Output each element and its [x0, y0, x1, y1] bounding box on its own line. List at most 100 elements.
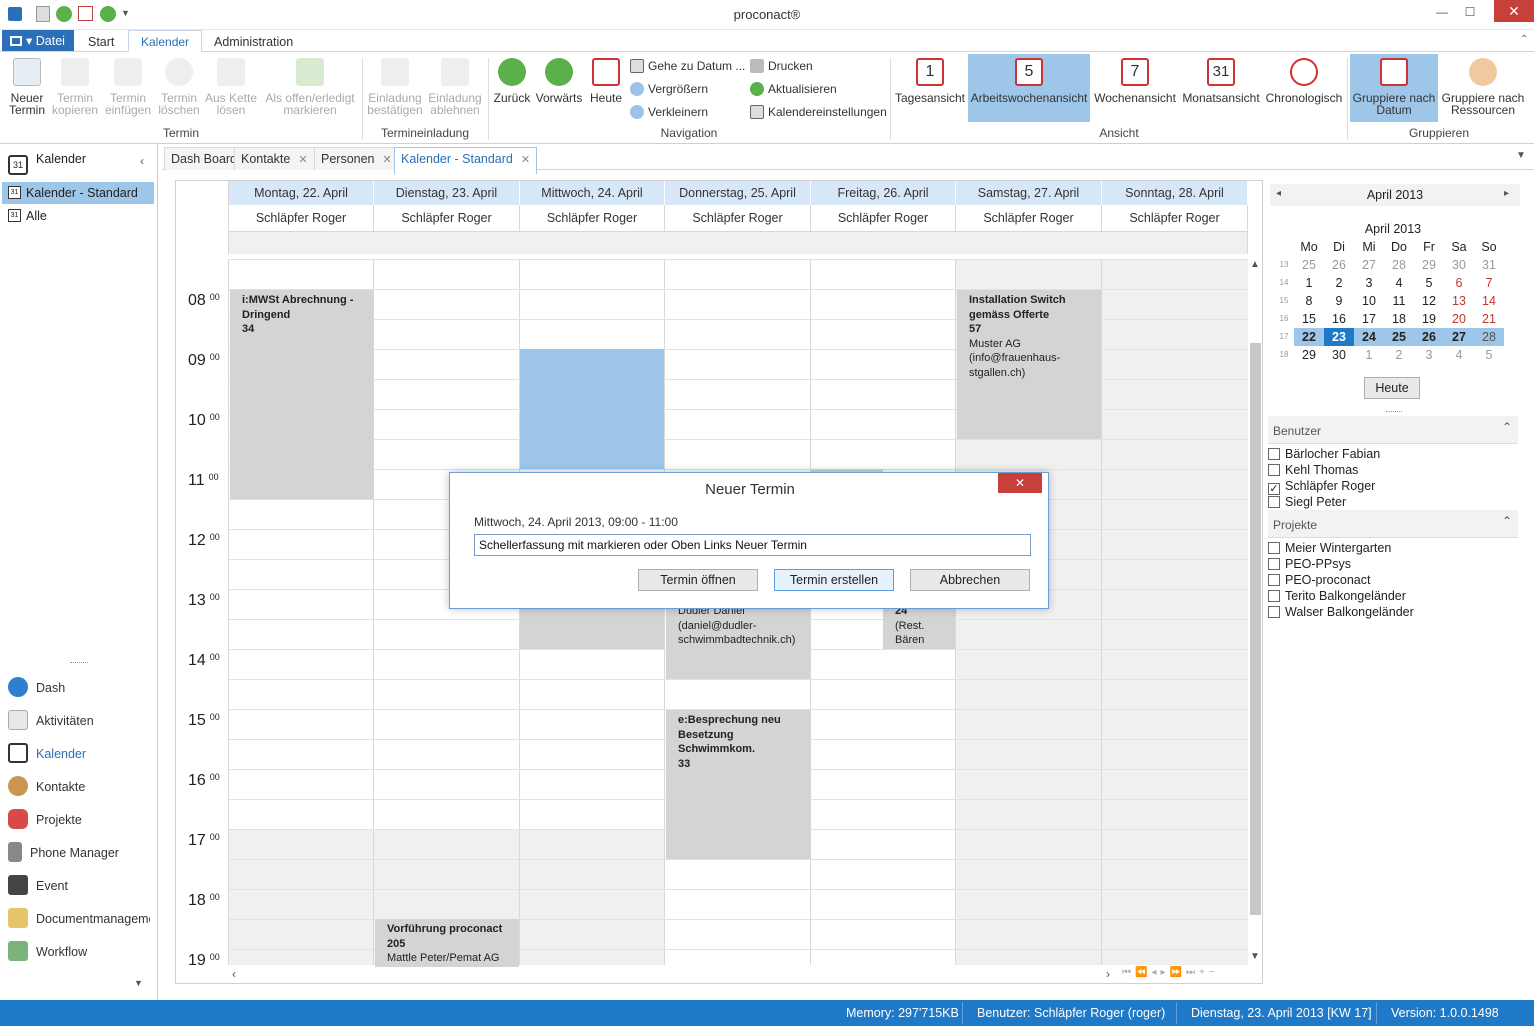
all-day-row[interactable]	[229, 232, 1248, 254]
minical-day[interactable]: 28	[1384, 256, 1414, 274]
abbrechen-button[interactable]: Abbrechen	[910, 569, 1030, 591]
day-header[interactable]: Sonntag, 28. April	[1102, 181, 1248, 205]
minical-heute-button[interactable]: Heute	[1364, 377, 1420, 399]
monatsansicht-button[interactable]: 31 Monatsansicht	[1180, 54, 1262, 104]
minimize-button[interactable]: —	[1428, 2, 1456, 22]
minical-day[interactable]: 16	[1324, 310, 1354, 328]
termin-einfuegen-button[interactable]: Termin einfügen	[102, 54, 154, 116]
scroll-left-icon[interactable]: ‹	[232, 967, 236, 981]
appointment-vorfuehrung[interactable]: Vorführung proconact 205 Mattle Peter/Pe…	[375, 919, 519, 967]
projekt-item[interactable]: Meier Wintergarten	[1268, 540, 1391, 556]
offen-erledigt-button[interactable]: Als offen/erledigt markieren	[261, 54, 359, 116]
projekt-item[interactable]: PEO-PPsys	[1268, 556, 1351, 572]
checkbox[interactable]	[1268, 606, 1280, 618]
dialog-close-button[interactable]: ✕	[998, 473, 1042, 493]
termin-subject-input[interactable]	[474, 534, 1031, 556]
wochenansicht-button[interactable]: 7 Wochenansicht	[1092, 54, 1178, 104]
minical-day[interactable]: 18	[1384, 310, 1414, 328]
benutzer-item[interactable]: Bärlocher Fabian	[1268, 446, 1380, 462]
collapse-icon[interactable]: ⌃	[1502, 420, 1512, 434]
tab-administration[interactable]: Administration	[202, 33, 305, 51]
zurueck-button[interactable]: Zurück	[490, 54, 534, 104]
day-header[interactable]: Freitag, 26. April	[811, 181, 956, 205]
minical-day[interactable]: 20	[1444, 310, 1474, 328]
aus-kette-loesen-button[interactable]: Aus Kette lösen	[203, 54, 259, 116]
appointment-mwst[interactable]: i:MWSt Abrechnung - Dringend 34	[230, 290, 373, 499]
minical-day[interactable]: 6	[1444, 274, 1474, 292]
vertical-scrollbar[interactable]: ▲ ▼	[1248, 259, 1262, 965]
nav-phone-manager[interactable]: Phone Manager	[8, 842, 119, 862]
minical-day[interactable]: 17	[1354, 310, 1384, 328]
minical-day[interactable]: 25	[1294, 256, 1324, 274]
benutzer-item[interactable]: Siegl Peter	[1268, 494, 1346, 510]
close-window-button[interactable]: ✕	[1494, 0, 1534, 22]
doctab-kalender-standard[interactable]: Kalender - Standard ✕	[394, 147, 538, 174]
nav-aktivitaeten[interactable]: Aktivitäten	[8, 710, 94, 730]
checkbox[interactable]	[1268, 590, 1280, 602]
day-header[interactable]: Samstag, 27. April	[956, 181, 1102, 205]
minical-day[interactable]: 11	[1384, 292, 1414, 310]
nav-dash[interactable]: Dash	[8, 677, 65, 697]
minical-day[interactable]: 4	[1384, 274, 1414, 292]
appointment-dudler[interactable]: Dudler Daniel (daniel@dudler-schwimmbadt…	[666, 601, 810, 679]
minical-day[interactable]: 2	[1384, 346, 1414, 364]
minical-day[interactable]: 9	[1324, 292, 1354, 310]
checkbox[interactable]	[1268, 496, 1280, 508]
minical-day[interactable]: 23	[1324, 328, 1354, 346]
datei-menu[interactable]: ▾ Datei	[2, 30, 74, 51]
minical-day[interactable]: 10	[1354, 292, 1384, 310]
record-navigator[interactable]: ⏮⏪◂▸⏩⏭+−	[1122, 967, 1219, 978]
benutzer-item[interactable]: ✓ Schläpfer Roger	[1268, 478, 1375, 495]
minical-day[interactable]: 19	[1414, 310, 1444, 328]
benutzer-section-header[interactable]: Benutzer ⌃	[1268, 416, 1518, 444]
checkbox[interactable]	[1268, 558, 1280, 570]
arbeitswochenansicht-button[interactable]: 5 Arbeitswochenansicht	[968, 54, 1090, 122]
minical-day[interactable]: 26	[1414, 328, 1444, 346]
drucken-button[interactable]: Drucken	[750, 56, 813, 76]
minical-day[interactable]: 15	[1294, 310, 1324, 328]
calendar-item-standard[interactable]: 31 Kalender - Standard	[2, 182, 154, 204]
minical-day[interactable]: 3	[1354, 274, 1384, 292]
minical-day[interactable]: 27	[1354, 256, 1384, 274]
termin-kopieren-button[interactable]: Termin kopieren	[50, 54, 100, 116]
appointment-installation-switch[interactable]: Installation Switch gemäss Offerte 57 Mu…	[957, 290, 1101, 439]
minical-day[interactable]: 12	[1414, 292, 1444, 310]
doctab-dashboard[interactable]: Dash Board	[164, 147, 245, 170]
minical-day[interactable]: 14	[1474, 292, 1504, 310]
minical-day[interactable]: 4	[1444, 346, 1474, 364]
minical-day[interactable]: 25	[1384, 328, 1414, 346]
chronologisch-button[interactable]: Chronologisch	[1264, 54, 1344, 104]
gehe-zu-datum-button[interactable]: Gehe zu Datum ...	[630, 56, 745, 76]
checkbox[interactable]	[1268, 448, 1280, 460]
collapse-pane-icon[interactable]: ‹	[140, 154, 144, 168]
collapse-icon[interactable]: ⌃	[1502, 514, 1512, 528]
collapse-ribbon-icon[interactable]: ⌃	[1520, 34, 1528, 45]
minical-day[interactable]: 27	[1444, 328, 1474, 346]
day-header[interactable]: Dienstag, 23. April	[374, 181, 520, 205]
tab-kalender[interactable]: Kalender	[128, 30, 203, 52]
aktualisieren-button[interactable]: Aktualisieren	[750, 79, 837, 99]
minical-day[interactable]: 1	[1354, 346, 1384, 364]
minical-day[interactable]: 24	[1354, 328, 1384, 346]
appointment-besprechung[interactable]: e:Besprechung neu Besetzung Schwimmkom. …	[666, 710, 810, 859]
minical-day[interactable]: 31	[1474, 256, 1504, 274]
minical-day[interactable]: 5	[1414, 274, 1444, 292]
minical-day[interactable]: 3	[1414, 346, 1444, 364]
nav-projekte[interactable]: Projekte	[8, 809, 82, 829]
minical-day[interactable]: 29	[1294, 346, 1324, 364]
splitter-grip[interactable]	[70, 662, 88, 663]
minical-day[interactable]: 1	[1294, 274, 1324, 292]
close-tab-icon[interactable]: ✕	[521, 154, 530, 166]
benutzer-item[interactable]: Kehl Thomas	[1268, 462, 1358, 478]
vergroessern-button[interactable]: Vergrößern	[630, 79, 708, 99]
minical-day[interactable]: 8	[1294, 292, 1324, 310]
projekt-item[interactable]: PEO-proconact	[1268, 572, 1370, 588]
minical-day[interactable]: 7	[1474, 274, 1504, 292]
nav-event[interactable]: Event	[8, 875, 68, 895]
minical-day[interactable]: 30	[1324, 346, 1354, 364]
projekte-section-header[interactable]: Projekte ⌃	[1268, 510, 1518, 538]
heute-button[interactable]: Heute	[586, 54, 626, 104]
selected-time-range[interactable]	[520, 349, 664, 469]
nav-workflow[interactable]: Workflow	[8, 941, 87, 961]
gruppiere-datum-button[interactable]: Gruppiere nach Datum	[1350, 54, 1438, 122]
